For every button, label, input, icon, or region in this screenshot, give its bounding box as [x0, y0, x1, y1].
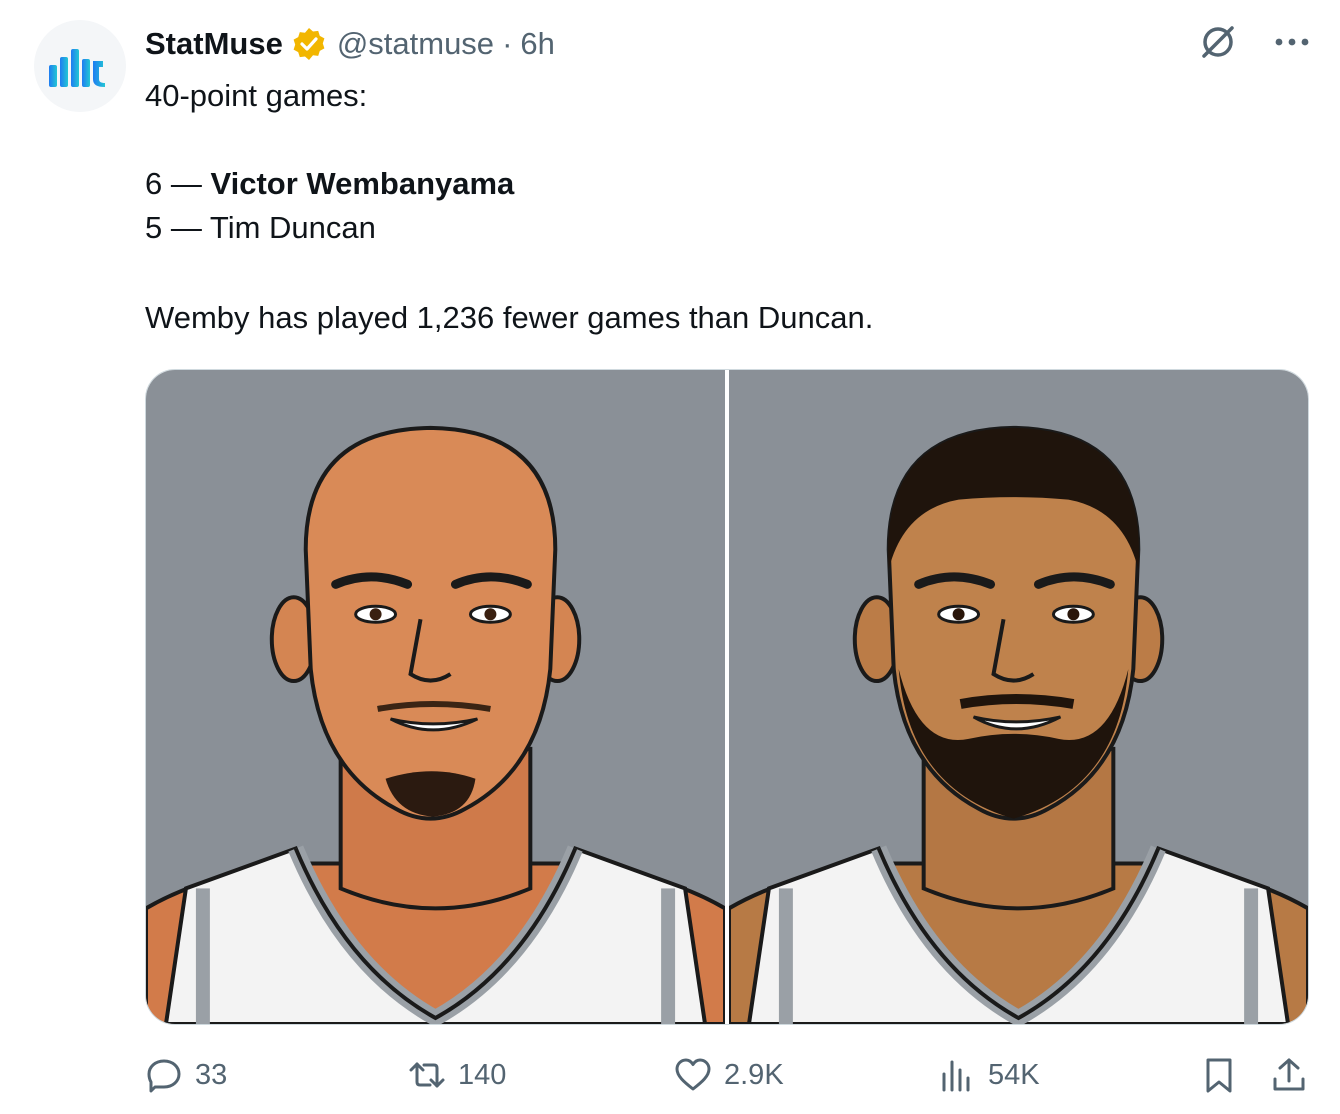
like-count: 2.9K — [724, 1058, 784, 1091]
share-button[interactable] — [1270, 1050, 1308, 1100]
rank2-count: 5 — [145, 210, 163, 245]
tweet-timestamp[interactable]: 6h — [520, 26, 554, 62]
rank1-dash: — — [162, 166, 211, 201]
statmuse-logo-icon — [49, 49, 105, 87]
reply-icon — [147, 1059, 181, 1093]
tweet-text-footer: Wemby has played 1,236 fewer games than … — [145, 300, 874, 335]
tweet-text-rank2: 5 — Tim Duncan — [145, 206, 376, 250]
rank1-name: Victor Wembanyama — [210, 166, 515, 201]
header-separator: · — [502, 26, 513, 61]
tweet-text-heading: 40-point games: — [145, 78, 368, 113]
media-image-right[interactable] — [729, 370, 1308, 1024]
rank1-count: 6 — [145, 166, 163, 201]
victor-wembanyama-illustration — [146, 425, 725, 1024]
repost-icon — [409, 1062, 445, 1088]
tweet-header: StatMuse @statmuse · 6h — [145, 22, 555, 66]
verified-badge-icon — [293, 28, 325, 60]
author-avatar[interactable] — [34, 20, 126, 112]
repost-button[interactable]: 140 — [408, 1050, 506, 1100]
media-image-left[interactable] — [146, 370, 725, 1024]
rank2-dash: — — [162, 210, 210, 245]
reply-button[interactable]: 33 — [145, 1050, 227, 1100]
tweet-top-actions — [1198, 22, 1310, 62]
author-display-name[interactable]: StatMuse — [145, 26, 283, 62]
bookmark-button[interactable] — [1200, 1050, 1238, 1100]
share-icon — [1273, 1058, 1305, 1091]
repost-count: 140 — [458, 1058, 507, 1091]
rank2-name: Tim Duncan — [209, 210, 376, 245]
heart-icon — [675, 1058, 711, 1091]
more-options-icon[interactable] — [1274, 36, 1310, 48]
bookmark-icon — [1206, 1058, 1232, 1093]
views-icon — [942, 1060, 970, 1092]
views-count: 54K — [988, 1058, 1040, 1091]
tim-duncan-illustration — [729, 425, 1308, 1024]
views-button[interactable]: 54K — [938, 1050, 1040, 1100]
grok-icon[interactable] — [1198, 22, 1238, 62]
author-handle[interactable]: @statmuse — [337, 26, 494, 62]
tweet-card[interactable]: StatMuse @statmuse · 6h 40-point games: … — [0, 0, 1340, 1114]
tweet-media-grid — [145, 369, 1309, 1025]
like-button[interactable]: 2.9K — [674, 1050, 784, 1100]
reply-count: 33 — [195, 1058, 228, 1091]
tweet-text-rank1: 6 — Victor Wembanyama — [145, 162, 514, 206]
